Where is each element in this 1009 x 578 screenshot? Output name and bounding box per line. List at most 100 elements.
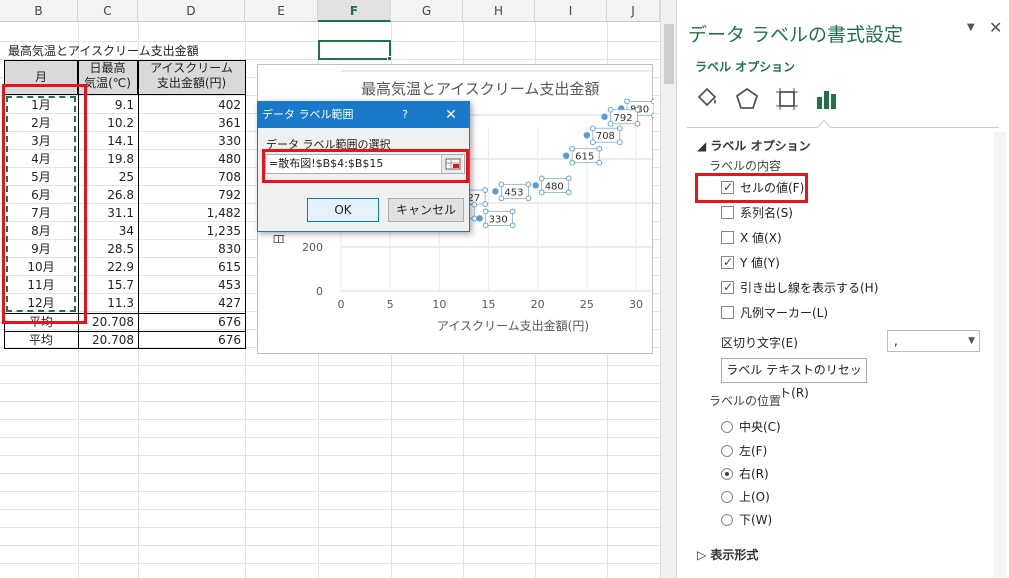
table-title: 最高気温とアイスクリーム支出金額	[8, 44, 199, 58]
cell-spend[interactable]: 402	[138, 96, 245, 114]
selection-handle	[482, 187, 488, 193]
cell-temp[interactable]: 19.8	[78, 150, 138, 168]
checkbox[interactable]	[721, 253, 734, 271]
dialog-titlebar[interactable]: データ ラベル範囲 ? ✕	[258, 102, 469, 128]
radio-right[interactable]: 右(R)	[721, 465, 769, 483]
column-header-b[interactable]: B	[0, 0, 78, 22]
selection-handle	[482, 201, 488, 207]
radio[interactable]	[721, 468, 733, 480]
cell-temp[interactable]: 15.7	[78, 276, 138, 294]
x-tick-label: 5	[387, 298, 394, 311]
cell-spend[interactable]: 830	[138, 240, 245, 258]
y-tick-label: 0	[316, 285, 323, 298]
size-properties-icon	[776, 88, 798, 110]
column-header-e[interactable]: E	[245, 0, 318, 22]
avg-spend: 676	[218, 315, 241, 329]
section-number-format[interactable]: ▷ 表示形式	[697, 546, 758, 563]
close-icon[interactable]: ✕	[989, 18, 1002, 37]
fill-line-tab[interactable]	[693, 85, 721, 113]
pane-options-dropdown[interactable]: ▼	[967, 22, 975, 33]
cell-spend[interactable]: 1,235	[138, 222, 245, 240]
column-header-h[interactable]: H	[463, 0, 535, 22]
selection-handle	[565, 189, 572, 196]
column-header-i[interactable]: I	[535, 0, 607, 22]
x-axis-title: アイスクリーム支出金額(円)	[437, 318, 589, 333]
cell-temp[interactable]: 10.2	[78, 114, 138, 132]
bar-chart-icon	[817, 91, 836, 109]
selection-handle	[569, 159, 576, 166]
radio[interactable]	[721, 514, 733, 526]
cell-spend[interactable]: 427	[138, 294, 245, 312]
cell-spend[interactable]: 708	[138, 168, 245, 186]
selection-handle	[596, 159, 603, 166]
selection-handle	[509, 222, 516, 229]
ok-button[interactable]: OK	[307, 198, 379, 222]
column-header-j[interactable]: J	[607, 0, 660, 22]
column-header-f[interactable]: F	[318, 0, 391, 22]
section-label-options[interactable]: ◢ ラベル オプション	[697, 137, 811, 154]
cell-spend[interactable]: 792	[138, 186, 245, 204]
checkbox-x-value[interactable]: X 値(X)	[721, 229, 782, 247]
pane-scrollbar[interactable]	[994, 132, 1006, 578]
cell-spend[interactable]: 615	[138, 258, 245, 276]
checkbox[interactable]	[721, 278, 734, 296]
column-header-g[interactable]: G	[391, 0, 463, 22]
cell-temp[interactable]: 28.5	[78, 240, 138, 258]
cancel-button[interactable]: キャンセル	[388, 198, 464, 222]
size-properties-tab[interactable]	[773, 85, 801, 113]
selection-handle	[565, 175, 572, 182]
radio[interactable]	[721, 445, 733, 457]
label-options-tab[interactable]	[813, 85, 841, 113]
radio-center[interactable]: 中央(C)	[721, 418, 781, 436]
worksheet[interactable]: B C D E F G H I J 最高気温とアイスクリーム支出金額 月 日最高…	[0, 0, 676, 578]
checkbox[interactable]	[721, 231, 734, 244]
options-dropdown[interactable]: ラベル オプション	[695, 58, 795, 75]
vertical-scrollbar[interactable]	[660, 0, 676, 578]
highlight-range-input	[262, 149, 469, 183]
header-spend: アイスクリーム 支出金額(円)	[137, 60, 246, 95]
cell-spend[interactable]: 453	[138, 276, 245, 294]
data-label: 615	[575, 152, 594, 163]
selection-handle	[471, 215, 478, 222]
x-tick-label: 30	[629, 298, 643, 311]
selection-handle	[589, 139, 596, 146]
checkbox-legend-key[interactable]: 凡例マーカー(L)	[721, 304, 828, 322]
close-icon[interactable]: ✕	[443, 102, 459, 128]
cell-temp[interactable]: 11.3	[78, 294, 138, 312]
effects-tab[interactable]	[733, 85, 761, 113]
cell-spend[interactable]: 480	[138, 150, 245, 168]
radio-above[interactable]: 上(O)	[721, 488, 770, 506]
cell-temp[interactable]: 9.1	[78, 96, 138, 114]
chevron-down-icon: ▼	[968, 336, 975, 346]
avg-label: 平均	[28, 333, 53, 347]
radio[interactable]	[721, 491, 733, 503]
cell-spend[interactable]: 1,482	[138, 204, 245, 222]
checkbox-leader-lines[interactable]: 引き出し線を表示する(H)	[721, 278, 878, 297]
cell-temp[interactable]: 26.8	[78, 186, 138, 204]
format-data-labels-pane: データ ラベルの書式設定 ▼ ✕ ラベル オプション ◢ ラベル オプション ラ…	[676, 0, 1009, 578]
cell-temp[interactable]: 25	[78, 168, 138, 186]
radio-below[interactable]: 下(W)	[721, 511, 772, 529]
cell-temp[interactable]: 14.1	[78, 132, 138, 150]
selection-handle	[498, 181, 505, 188]
cell-spend[interactable]: 330	[138, 132, 245, 150]
cell-temp[interactable]: 22.9	[78, 258, 138, 276]
cell-spend[interactable]: 361	[138, 114, 245, 132]
group-label-position: ラベルの位置	[709, 394, 782, 408]
column-header-c[interactable]: C	[78, 0, 138, 22]
checkbox-y-value[interactable]: Y 値(Y)	[721, 253, 780, 272]
separator-select[interactable]: , ▼	[887, 330, 980, 352]
selection-handle	[471, 201, 478, 208]
checkbox-series-name[interactable]: 系列名(S)	[721, 204, 793, 222]
cell-temp[interactable]: 31.1	[78, 204, 138, 222]
column-header-d[interactable]: D	[138, 0, 245, 22]
cell-temp[interactable]: 34	[78, 222, 138, 240]
reset-label-text-button[interactable]: ラベル テキストのリセット(R)	[721, 358, 867, 400]
help-button[interactable]: ?	[398, 102, 412, 128]
selected-cell[interactable]	[318, 40, 391, 60]
radio-left[interactable]: 左(F)	[721, 442, 767, 460]
group-label-contents: ラベルの内容	[709, 159, 782, 173]
checkbox[interactable]	[721, 206, 734, 219]
radio[interactable]	[721, 421, 733, 433]
checkbox[interactable]	[721, 306, 734, 319]
